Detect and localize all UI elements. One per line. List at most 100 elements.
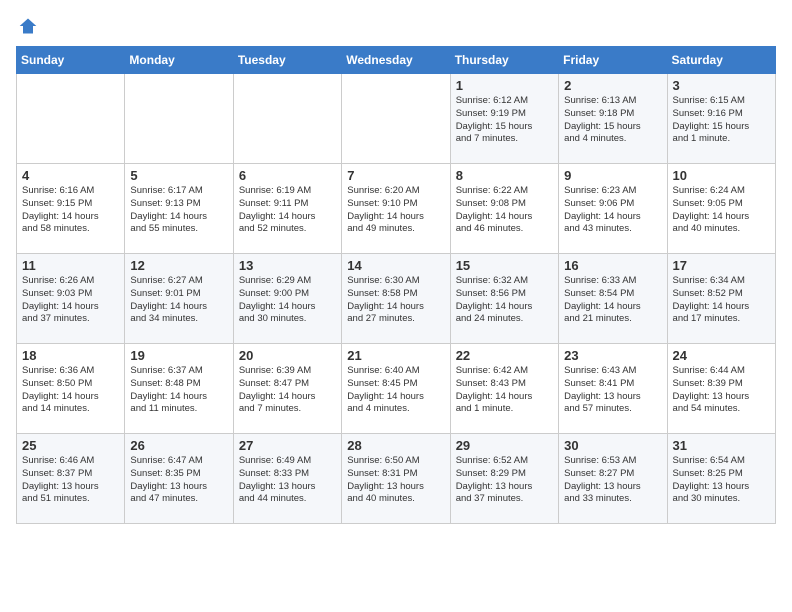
day-info: Sunrise: 6:42 AM Sunset: 8:43 PM Dayligh…	[456, 365, 553, 416]
day-number: 23	[564, 348, 661, 363]
calendar-cell: 21 Sunrise: 6:40 AM Sunset: 8:45 PM Dayli…	[342, 344, 450, 434]
day-info: Sunrise: 6:39 AM Sunset: 8:47 PM Dayligh…	[239, 365, 336, 416]
day-number: 20	[239, 348, 336, 363]
calendar-cell: 6 Sunrise: 6:19 AM Sunset: 9:11 PM Daylig…	[233, 164, 341, 254]
day-info: Sunrise: 6:52 AM Sunset: 8:29 PM Dayligh…	[456, 455, 553, 506]
calendar-table: SundayMondayTuesdayWednesdayThursdayFrid…	[16, 46, 776, 524]
calendar-cell	[233, 74, 341, 164]
calendar-cell: 30 Sunrise: 6:53 AM Sunset: 8:27 PM Dayli…	[559, 434, 667, 524]
day-number: 2	[564, 78, 661, 93]
day-info: Sunrise: 6:49 AM Sunset: 8:33 PM Dayligh…	[239, 455, 336, 506]
calendar-cell: 4Sunrise: 6:16 AM Sunset: 9:15 PM Daylig…	[17, 164, 125, 254]
day-info: Sunrise: 6:53 AM Sunset: 8:27 PM Dayligh…	[564, 455, 661, 506]
day-info: Sunrise: 6:20 AM Sunset: 9:10 PM Dayligh…	[347, 185, 444, 236]
calendar-week-row: 18 Sunrise: 6:36 AM Sunset: 8:50 PM Dayli…	[17, 344, 776, 434]
calendar-cell: 3 Sunrise: 6:15 AM Sunset: 9:16 PM Daylig…	[667, 74, 775, 164]
day-number: 18	[22, 348, 119, 363]
calendar-cell: 18 Sunrise: 6:36 AM Sunset: 8:50 PM Dayli…	[17, 344, 125, 434]
day-number: 30	[564, 438, 661, 453]
day-info: Sunrise: 6:24 AM Sunset: 9:05 PM Dayligh…	[673, 185, 770, 236]
calendar-cell	[125, 74, 233, 164]
calendar-cell: 2 Sunrise: 6:13 AM Sunset: 9:18 PM Daylig…	[559, 74, 667, 164]
calendar-cell: 29 Sunrise: 6:52 AM Sunset: 8:29 PM Dayli…	[450, 434, 558, 524]
calendar-cell: 1 Sunrise: 6:12 AM Sunset: 9:19 PM Daylig…	[450, 74, 558, 164]
calendar-cell: 19 Sunrise: 6:37 AM Sunset: 8:48 PM Dayli…	[125, 344, 233, 434]
day-number: 3	[673, 78, 770, 93]
calendar-cell: 26 Sunrise: 6:47 AM Sunset: 8:35 PM Dayli…	[125, 434, 233, 524]
day-number: 16	[564, 258, 661, 273]
calendar-cell	[17, 74, 125, 164]
day-info: Sunrise: 6:32 AM Sunset: 8:56 PM Dayligh…	[456, 275, 553, 326]
day-number: 26	[130, 438, 227, 453]
calendar-cell: 9 Sunrise: 6:23 AM Sunset: 9:06 PM Daylig…	[559, 164, 667, 254]
calendar-header-row: SundayMondayTuesdayWednesdayThursdayFrid…	[17, 47, 776, 74]
day-info: Sunrise: 6:19 AM Sunset: 9:11 PM Dayligh…	[239, 185, 336, 236]
day-number: 1	[456, 78, 553, 93]
day-number: 8	[456, 168, 553, 183]
day-info: Sunrise: 6:12 AM Sunset: 9:19 PM Dayligh…	[456, 95, 553, 146]
calendar-week-row: 25 Sunrise: 6:46 AM Sunset: 8:37 PM Dayli…	[17, 434, 776, 524]
day-info: Sunrise: 6:17 AM Sunset: 9:13 PM Dayligh…	[130, 185, 227, 236]
day-number: 21	[347, 348, 444, 363]
calendar-cell: 22 Sunrise: 6:42 AM Sunset: 8:43 PM Dayli…	[450, 344, 558, 434]
day-number: 24	[673, 348, 770, 363]
calendar-cell: 7Sunrise: 6:20 AM Sunset: 9:10 PM Daylig…	[342, 164, 450, 254]
calendar-cell: 23Sunrise: 6:43 AM Sunset: 8:41 PM Dayli…	[559, 344, 667, 434]
day-number: 27	[239, 438, 336, 453]
day-number: 6	[239, 168, 336, 183]
day-number: 10	[673, 168, 770, 183]
calendar-cell: 16Sunrise: 6:33 AM Sunset: 8:54 PM Dayli…	[559, 254, 667, 344]
calendar-cell: 12 Sunrise: 6:27 AM Sunset: 9:01 PM Dayli…	[125, 254, 233, 344]
day-number: 5	[130, 168, 227, 183]
calendar-week-row: 11Sunrise: 6:26 AM Sunset: 9:03 PM Dayli…	[17, 254, 776, 344]
header-monday: Monday	[125, 47, 233, 74]
day-info: Sunrise: 6:50 AM Sunset: 8:31 PM Dayligh…	[347, 455, 444, 506]
day-number: 12	[130, 258, 227, 273]
day-info: Sunrise: 6:13 AM Sunset: 9:18 PM Dayligh…	[564, 95, 661, 146]
calendar-cell: 17 Sunrise: 6:34 AM Sunset: 8:52 PM Dayli…	[667, 254, 775, 344]
day-number: 28	[347, 438, 444, 453]
day-info: Sunrise: 6:29 AM Sunset: 9:00 PM Dayligh…	[239, 275, 336, 326]
calendar-cell: 31Sunrise: 6:54 AM Sunset: 8:25 PM Dayli…	[667, 434, 775, 524]
day-info: Sunrise: 6:36 AM Sunset: 8:50 PM Dayligh…	[22, 365, 119, 416]
page-header	[16, 16, 776, 36]
day-info: Sunrise: 6:47 AM Sunset: 8:35 PM Dayligh…	[130, 455, 227, 506]
day-info: Sunrise: 6:30 AM Sunset: 8:58 PM Dayligh…	[347, 275, 444, 326]
day-number: 19	[130, 348, 227, 363]
day-number: 14	[347, 258, 444, 273]
calendar-cell: 8 Sunrise: 6:22 AM Sunset: 9:08 PM Daylig…	[450, 164, 558, 254]
day-number: 17	[673, 258, 770, 273]
header-wednesday: Wednesday	[342, 47, 450, 74]
day-number: 15	[456, 258, 553, 273]
day-number: 25	[22, 438, 119, 453]
day-number: 22	[456, 348, 553, 363]
day-info: Sunrise: 6:54 AM Sunset: 8:25 PM Dayligh…	[673, 455, 770, 506]
calendar-week-row: 1 Sunrise: 6:12 AM Sunset: 9:19 PM Daylig…	[17, 74, 776, 164]
day-info: Sunrise: 6:15 AM Sunset: 9:16 PM Dayligh…	[673, 95, 770, 146]
day-info: Sunrise: 6:27 AM Sunset: 9:01 PM Dayligh…	[130, 275, 227, 326]
calendar-week-row: 4Sunrise: 6:16 AM Sunset: 9:15 PM Daylig…	[17, 164, 776, 254]
day-info: Sunrise: 6:40 AM Sunset: 8:45 PM Dayligh…	[347, 365, 444, 416]
day-info: Sunrise: 6:26 AM Sunset: 9:03 PM Dayligh…	[22, 275, 119, 326]
header-tuesday: Tuesday	[233, 47, 341, 74]
calendar-cell: 25 Sunrise: 6:46 AM Sunset: 8:37 PM Dayli…	[17, 434, 125, 524]
day-info: Sunrise: 6:37 AM Sunset: 8:48 PM Dayligh…	[130, 365, 227, 416]
day-info: Sunrise: 6:44 AM Sunset: 8:39 PM Dayligh…	[673, 365, 770, 416]
day-number: 9	[564, 168, 661, 183]
calendar-cell: 14 Sunrise: 6:30 AM Sunset: 8:58 PM Dayli…	[342, 254, 450, 344]
day-info: Sunrise: 6:46 AM Sunset: 8:37 PM Dayligh…	[22, 455, 119, 506]
calendar-cell: 28 Sunrise: 6:50 AM Sunset: 8:31 PM Dayli…	[342, 434, 450, 524]
day-info: Sunrise: 6:23 AM Sunset: 9:06 PM Dayligh…	[564, 185, 661, 236]
day-info: Sunrise: 6:22 AM Sunset: 9:08 PM Dayligh…	[456, 185, 553, 236]
calendar-cell: 15 Sunrise: 6:32 AM Sunset: 8:56 PM Dayli…	[450, 254, 558, 344]
day-info: Sunrise: 6:34 AM Sunset: 8:52 PM Dayligh…	[673, 275, 770, 326]
header-saturday: Saturday	[667, 47, 775, 74]
calendar-cell: 11Sunrise: 6:26 AM Sunset: 9:03 PM Dayli…	[17, 254, 125, 344]
logo	[16, 16, 38, 36]
calendar-cell: 24 Sunrise: 6:44 AM Sunset: 8:39 PM Dayli…	[667, 344, 775, 434]
calendar-cell	[342, 74, 450, 164]
header-thursday: Thursday	[450, 47, 558, 74]
day-number: 29	[456, 438, 553, 453]
day-number: 4	[22, 168, 119, 183]
calendar-cell: 20 Sunrise: 6:39 AM Sunset: 8:47 PM Dayli…	[233, 344, 341, 434]
